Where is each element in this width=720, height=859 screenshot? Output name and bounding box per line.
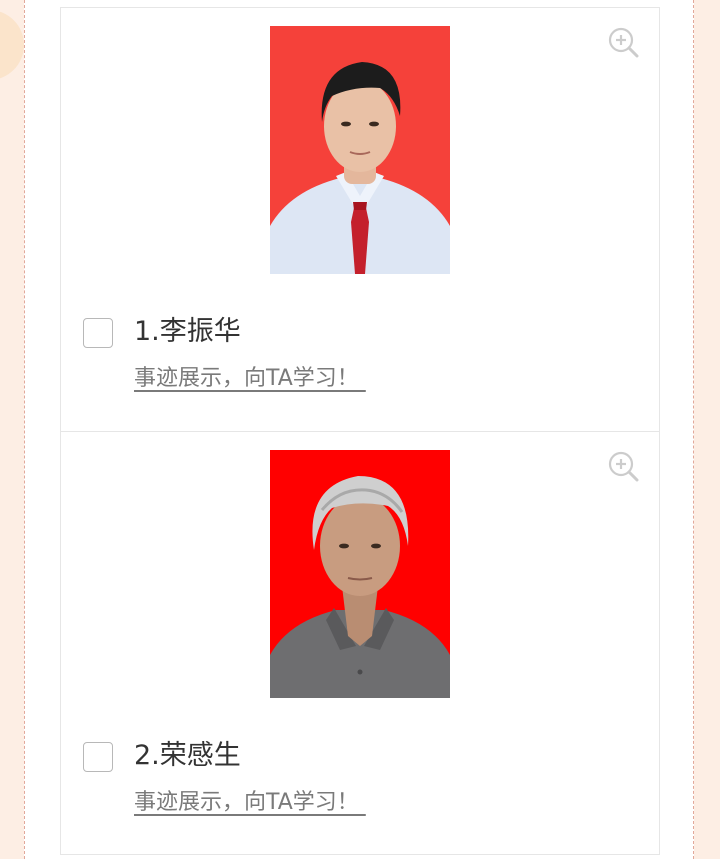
vote-checkbox[interactable] (83, 742, 113, 772)
story-link[interactable]: 事迹展示，向TA学习！ (134, 364, 366, 394)
zoom-in-icon[interactable] (607, 26, 639, 58)
left-decoration (0, 0, 24, 859)
decorative-shape (0, 10, 24, 80)
candidate-card: 2.荣感生 事迹展示，向TA学习！ (60, 431, 660, 855)
candidate-card: 1.李振华 事迹展示，向TA学习！ (60, 7, 660, 431)
story-link[interactable]: 事迹展示，向TA学习！ (134, 788, 366, 818)
candidate-photo[interactable] (270, 450, 450, 698)
candidate-name: 1.李振华 (134, 316, 241, 347)
candidate-name: 2.荣感生 (134, 740, 241, 771)
zoom-in-icon[interactable] (607, 450, 639, 482)
right-decoration (694, 0, 720, 859)
candidate-photo[interactable] (270, 26, 450, 274)
vote-checkbox[interactable] (83, 318, 113, 348)
candidate-list: 1.李振华 事迹展示，向TA学习！ 2.荣感生 事迹展示，向TA学习！ (60, 7, 660, 855)
